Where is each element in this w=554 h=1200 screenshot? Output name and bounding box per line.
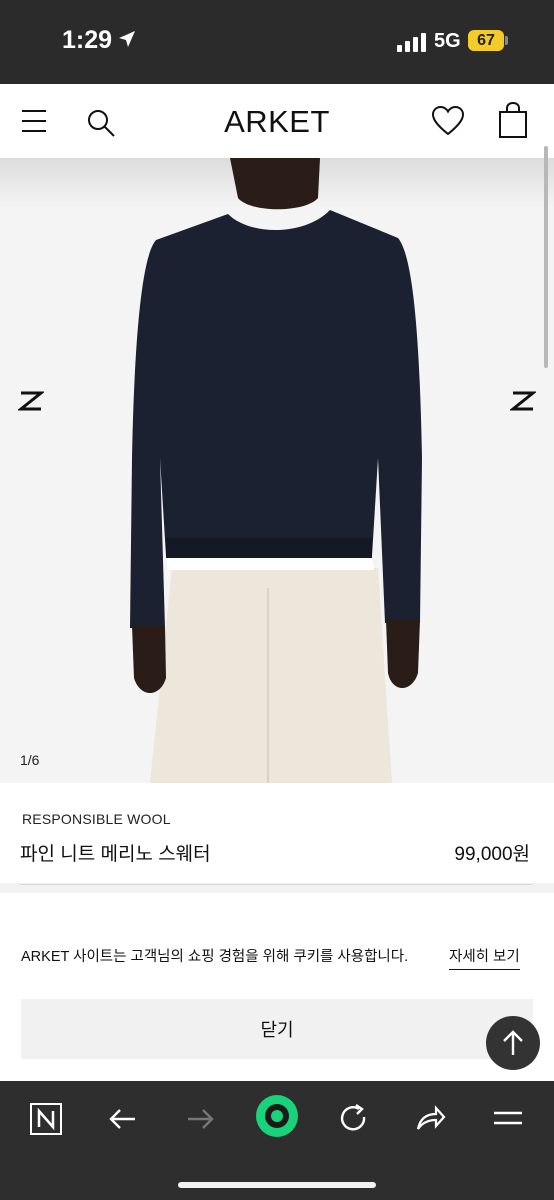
network-label: 5G <box>434 30 461 52</box>
product-photo <box>0 158 554 783</box>
cookie-notice-text: ARKET 사이트는 고객님의 쇼핑 경험을 위해 쿠키를 사용합니다. <box>21 949 409 965</box>
site-header: ARKET <box>0 84 554 158</box>
product-image-gallery[interactable]: 1/6 <box>0 158 554 783</box>
forward-arrow-icon[interactable] <box>178 1097 222 1141</box>
next-image-arrow[interactable] <box>510 390 536 412</box>
close-button[interactable]: 닫기 <box>21 999 533 1059</box>
product-name: 파인 니트 메리노 스웨터 <box>20 844 211 865</box>
image-counter: 1/6 <box>20 752 40 768</box>
prev-image-arrow[interactable] <box>18 390 44 412</box>
signal-icon <box>397 33 426 52</box>
green-dot-icon[interactable] <box>254 1093 300 1139</box>
status-time: 1:29 <box>62 26 113 54</box>
page-scrollbar[interactable] <box>544 146 548 368</box>
battery-tip <box>505 36 508 45</box>
scroll-to-top-button[interactable] <box>486 1016 540 1070</box>
cookie-banner: ARKET 사이트는 고객님의 쇼핑 경험을 위해 쿠키를 사용합니다. 자세히… <box>0 893 554 1081</box>
browser-toolbar <box>0 1081 554 1200</box>
status-bar: 1:29 5G 67 <box>0 0 554 84</box>
logo-container: ARKET <box>0 104 554 140</box>
home-indicator <box>178 1182 376 1188</box>
site-logo[interactable]: ARKET <box>224 104 330 139</box>
cookie-details-link[interactable]: 자세히 보기 <box>449 945 520 970</box>
back-arrow-icon[interactable] <box>101 1097 145 1141</box>
reload-icon[interactable] <box>331 1097 375 1141</box>
arrow-up-icon <box>503 1030 523 1055</box>
battery-level: 67 <box>468 30 504 51</box>
product-info: RESPONSIBLE WOOL 파인 니트 메리노 스웨터 99,000원 <box>0 783 554 885</box>
naver-icon[interactable] <box>24 1097 68 1141</box>
product-price: 99,000원 <box>454 844 530 865</box>
heart-icon[interactable] <box>432 106 464 136</box>
product-tag: RESPONSIBLE WOOL <box>22 811 171 827</box>
divider <box>20 884 532 885</box>
location-arrow-icon <box>119 31 135 47</box>
share-icon[interactable] <box>408 1097 452 1141</box>
bag-icon[interactable] <box>498 102 528 138</box>
menu-icon[interactable] <box>486 1097 530 1141</box>
